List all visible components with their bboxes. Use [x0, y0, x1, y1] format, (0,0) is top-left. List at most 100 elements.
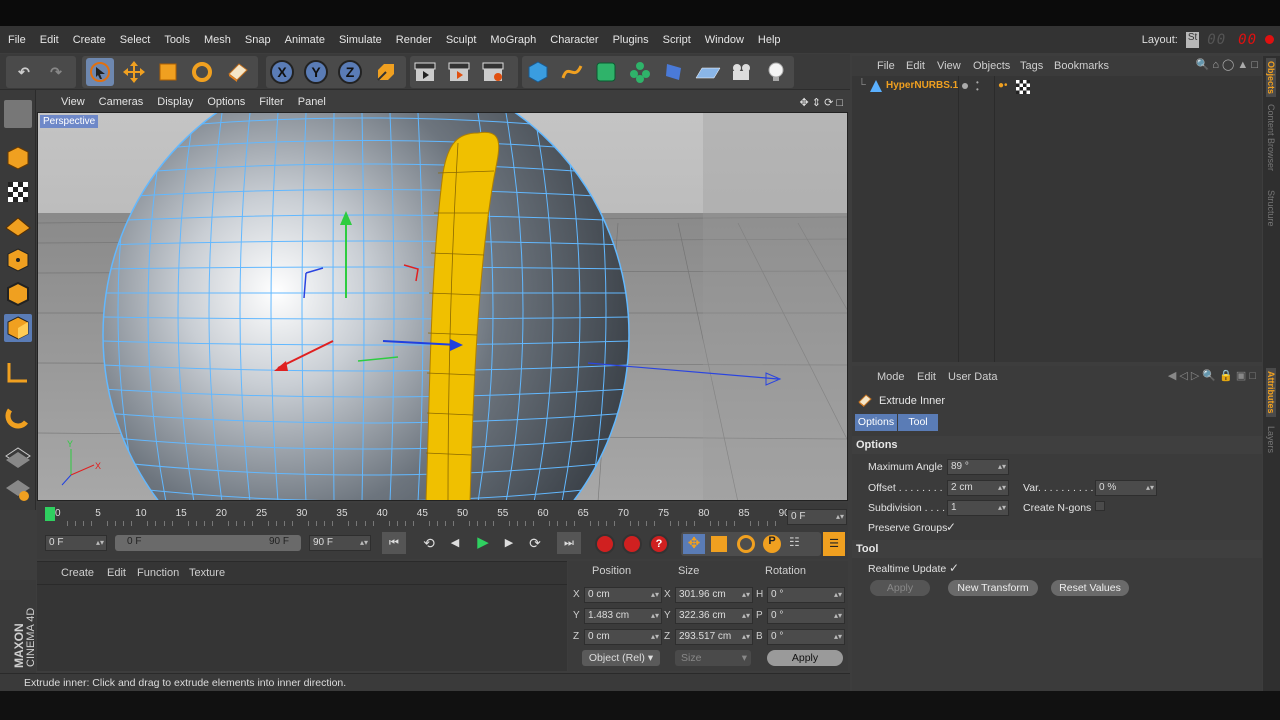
menu-script[interactable]: Script [663, 34, 691, 46]
var-field[interactable]: 0 % ▴▾ [1095, 480, 1157, 496]
attributes-menu-mode[interactable]: Mode [877, 371, 905, 383]
visibility-render-dots[interactable]: • • [976, 79, 979, 94]
objects-menu-objects[interactable]: Objects [973, 60, 1010, 72]
x-axis-lock-icon[interactable]: X [270, 60, 294, 84]
tab-options[interactable]: Options [855, 414, 897, 431]
previous-key-icon[interactable]: ⟲ [417, 532, 441, 554]
menu-mograph[interactable]: MoGraph [490, 34, 536, 46]
side-tab-attributes[interactable]: Attributes [1266, 368, 1276, 417]
current-frame-field[interactable]: 0 F ▴▾ [787, 509, 847, 525]
menu-select[interactable]: Select [120, 34, 151, 46]
attributes-nav-icons[interactable]: ◀ ◁ ▷ 🔍 🔒 ▣ □ [1168, 369, 1256, 382]
viewport-menu-panel[interactable]: Panel [298, 96, 326, 108]
viewport-menu-view[interactable]: View [61, 96, 85, 108]
size-x-field[interactable]: 301.96 cm ▴▾ [675, 587, 753, 603]
menu-create[interactable]: Create [73, 34, 106, 46]
record-rotation-icon[interactable] [737, 535, 755, 553]
side-tab-content-browser[interactable]: Content Browser [1266, 104, 1276, 171]
size-y-field[interactable]: 322.36 cm ▴▾ [675, 608, 753, 624]
maximum-angle-field[interactable]: 89 ° ▴▾ [947, 459, 1009, 475]
rotate-icon[interactable] [188, 58, 216, 86]
rotation-h-field[interactable]: 0 ° ▴▾ [767, 587, 845, 603]
texture-mode-icon[interactable] [4, 178, 32, 206]
snap-magnet-icon[interactable] [4, 402, 32, 430]
realtime-update-checkbox[interactable]: ✓ [949, 561, 959, 575]
viewport-menu-display[interactable]: Display [157, 96, 193, 108]
go-to-end-icon[interactable]: ⏭ [557, 532, 581, 554]
texture-tag-icon[interactable] [1016, 80, 1030, 94]
render-settings-icon[interactable] [480, 58, 508, 86]
perspective-viewport[interactable]: Perspective Y X [37, 112, 848, 501]
menu-mesh[interactable]: Mesh [204, 34, 231, 46]
model-mode-icon[interactable] [4, 144, 32, 172]
go-to-start-icon[interactable]: ⏮ [382, 532, 406, 554]
offset-field[interactable]: 2 cm ▴▾ [947, 480, 1009, 496]
cube-icon[interactable] [524, 58, 552, 86]
start-frame-field[interactable]: 0 F ▴▾ [45, 535, 107, 551]
previous-frame-icon[interactable]: ◀ [443, 532, 467, 554]
menu-help[interactable]: Help [758, 34, 781, 46]
objects-menu-tags[interactable]: Tags [1020, 60, 1043, 72]
record-position-icon[interactable]: ✥ [683, 534, 705, 554]
menu-snap[interactable]: Snap [245, 34, 271, 46]
material-menu-create[interactable]: Create [61, 567, 94, 579]
preserve-groups-checkbox[interactable]: ✓ [946, 520, 956, 534]
polygons-mode-icon[interactable] [4, 314, 32, 342]
timeline-ruler[interactable]: 0 5 10 15 20 25 30 35 40 45 50 55 60 65 70 75 80 85 90 0 F… [37, 503, 848, 529]
menu-animate[interactable]: Animate [285, 34, 325, 46]
viewport-scene[interactable] [38, 113, 848, 501]
objects-menu-bookmarks[interactable]: Bookmarks [1054, 60, 1109, 72]
coordinates-apply-button[interactable]: Apply [767, 650, 843, 666]
reset-values-button[interactable]: Reset Values [1051, 580, 1129, 596]
coordinate-mode-select[interactable]: Object (Rel) ▾ [582, 650, 660, 666]
menu-simulate[interactable]: Simulate [339, 34, 382, 46]
workplane-mode-icon[interactable] [4, 212, 32, 240]
create-ngons-checkbox[interactable] [1095, 501, 1105, 511]
render-view-icon[interactable] [412, 58, 440, 86]
render-to-picture-viewer-icon[interactable] [446, 58, 474, 86]
side-tab-structure[interactable]: Structure [1266, 190, 1276, 227]
menu-render[interactable]: Render [396, 34, 432, 46]
menu-edit[interactable]: Edit [40, 34, 59, 46]
autokeying-icon[interactable] [622, 534, 642, 554]
viewport-nav-icons[interactable]: ✥ ⇕ ⟳ □ [800, 96, 843, 109]
layout-select[interactable]: St [1185, 31, 1200, 48]
material-menu-function[interactable]: Function [137, 567, 179, 579]
object-name[interactable]: HyperNURBS.1 [886, 80, 958, 91]
record-point-level-icon[interactable]: ☷ [789, 535, 809, 553]
move-icon[interactable] [120, 58, 148, 86]
redo-icon[interactable]: ↷ [42, 58, 70, 86]
viewport-menu-options[interactable]: Options [207, 96, 245, 108]
objects-menu-edit[interactable]: Edit [906, 60, 925, 72]
array-icon[interactable] [626, 58, 654, 86]
tab-tool[interactable]: Tool [898, 414, 938, 431]
viewport-menu-filter[interactable]: Filter [259, 96, 283, 108]
hypernurbs-icon[interactable] [592, 58, 620, 86]
attributes-menu-user-data[interactable]: User Data [948, 371, 998, 383]
subdivision-field[interactable]: 1 ▴▾ [947, 500, 1009, 516]
position-x-field[interactable]: 0 cm ▴▾ [584, 587, 662, 603]
light-icon[interactable] [762, 58, 790, 86]
attributes-menu-edit[interactable]: Edit [917, 371, 936, 383]
record-scale-icon[interactable] [711, 536, 727, 552]
material-menu-edit[interactable]: Edit [107, 567, 126, 579]
workplane-icon[interactable] [4, 442, 32, 470]
menu-plugins[interactable]: Plugins [613, 34, 649, 46]
rotation-p-field[interactable]: 0 ° ▴▾ [767, 608, 845, 624]
preview-range-slider[interactable]: 0 F 90 F [115, 535, 301, 551]
extrude-inner-tool-icon[interactable] [224, 58, 252, 86]
side-tab-objects[interactable]: Objects [1266, 58, 1276, 98]
play-icon[interactable]: ▶ [471, 532, 495, 554]
scale-icon[interactable] [154, 58, 182, 86]
viewport-menu-cameras[interactable]: Cameras [99, 96, 144, 108]
points-mode-icon[interactable] [4, 246, 32, 274]
objects-menu-view[interactable]: View [937, 60, 961, 72]
objects-search-icon[interactable]: 🔍 ⌂ ◯ ▲ □ [1196, 58, 1258, 71]
phong-tag-icon[interactable]: ●• [998, 80, 1008, 91]
new-transform-button[interactable]: New Transform [948, 580, 1038, 596]
position-z-field[interactable]: 0 cm ▴▾ [584, 629, 662, 645]
scheme-menu-icon[interactable]: ☰ [823, 532, 845, 556]
spline-pen-icon[interactable] [558, 58, 586, 86]
size-z-field[interactable]: 293.517 cm ▴▾ [675, 629, 753, 645]
y-axis-lock-icon[interactable]: Y [304, 60, 328, 84]
